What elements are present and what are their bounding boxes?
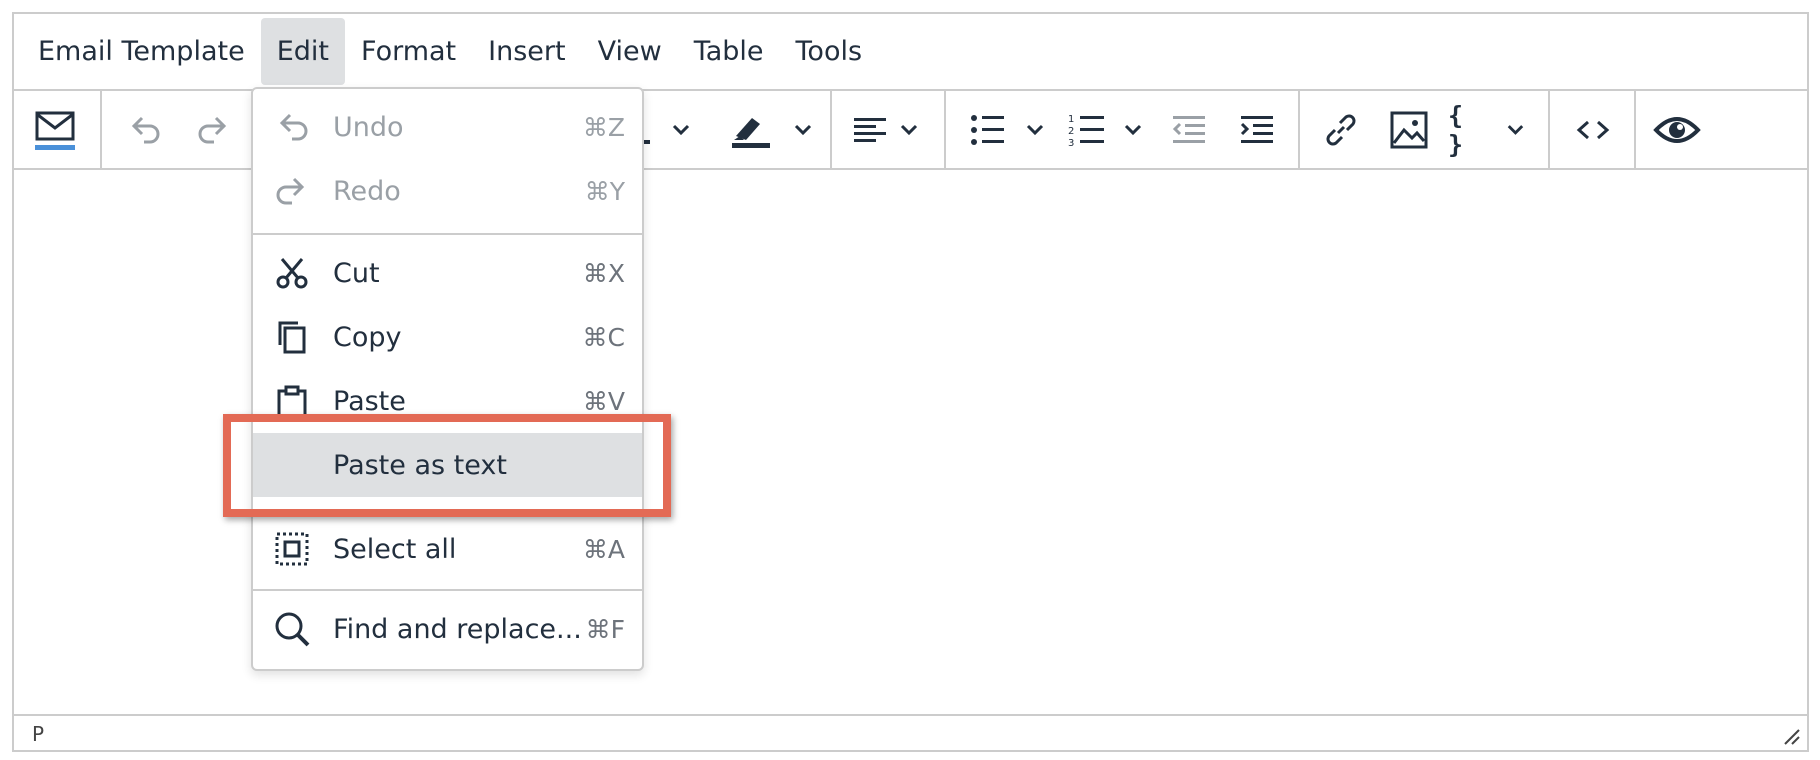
- bullet-list-icon: [971, 114, 1044, 145]
- undo-icon: [273, 108, 311, 146]
- indent-icon: [1240, 115, 1273, 143]
- menu-item-redo[interactable]: Redo ⌘Y: [253, 159, 642, 223]
- numbered-list-icon: 1 2 3: [1068, 114, 1142, 149]
- email-template-icon: [35, 111, 75, 150]
- scissors-icon: [273, 254, 311, 292]
- preview-button[interactable]: [1650, 91, 1704, 168]
- outdent-button[interactable]: [1166, 91, 1212, 168]
- undo-button[interactable]: [122, 91, 166, 168]
- link-icon: [1326, 114, 1356, 145]
- resize-handle-icon[interactable]: [1781, 726, 1801, 746]
- svg-text:1: 1: [1068, 114, 1074, 125]
- image-button[interactable]: [1386, 91, 1432, 168]
- menu-item-copy[interactable]: Copy ⌘C: [253, 305, 642, 369]
- menu-item-cut[interactable]: Cut ⌘X: [253, 241, 642, 305]
- numbered-list-button[interactable]: 1 2 3: [1066, 91, 1152, 168]
- source-code-button[interactable]: [1568, 91, 1618, 168]
- search-icon: [273, 610, 311, 648]
- menu-edit[interactable]: Edit: [260, 18, 345, 85]
- menu-item-undo[interactable]: Undo ⌘Z: [253, 95, 642, 159]
- menu-item-find-replace[interactable]: Find and replace... ⌘F: [253, 597, 642, 661]
- menu-insert[interactable]: Insert: [472, 18, 581, 85]
- highlight-color-icon: [732, 117, 812, 148]
- merge-tags-icon: { }: [1448, 100, 1466, 159]
- redo-icon: [273, 172, 311, 210]
- indent-button[interactable]: [1234, 91, 1280, 168]
- svg-text:2: 2: [1068, 126, 1074, 137]
- menu-format[interactable]: Format: [345, 18, 472, 85]
- outdent-icon: [1172, 115, 1205, 143]
- link-button[interactable]: [1318, 91, 1364, 168]
- svg-text:3: 3: [1068, 138, 1074, 149]
- chevron-down-icon: [1507, 124, 1524, 135]
- menu-table[interactable]: Table: [678, 18, 780, 85]
- redo-button[interactable]: [192, 91, 236, 168]
- edit-menu-dropdown: Undo ⌘Z Redo ⌘Y Cut ⌘X Copy ⌘C Paste ⌘V …: [251, 87, 644, 671]
- align-left-icon: [854, 117, 918, 142]
- menu-email-template[interactable]: Email Template: [22, 18, 261, 85]
- select-all-icon: [273, 530, 311, 568]
- image-icon: [1390, 111, 1428, 148]
- align-button[interactable]: [850, 91, 930, 168]
- eye-icon: [1653, 116, 1701, 143]
- email-template-button[interactable]: [30, 91, 80, 168]
- menu-tools[interactable]: Tools: [780, 18, 879, 85]
- menu-view[interactable]: View: [582, 18, 678, 85]
- redo-icon: [198, 116, 227, 143]
- statusbar: P: [14, 714, 1807, 750]
- menubar: Email Template Edit Format Insert View T…: [14, 14, 1807, 91]
- element-path[interactable]: P: [32, 722, 44, 746]
- undo-icon: [131, 116, 160, 143]
- merge-tags-button[interactable]: { }: [1448, 91, 1528, 168]
- highlight-color-button[interactable]: [730, 91, 820, 168]
- copy-icon: [273, 318, 311, 356]
- annotation-highlight-box: [223, 414, 671, 517]
- menu-item-select-all[interactable]: Select all ⌘A: [253, 517, 642, 581]
- bullet-list-button[interactable]: [966, 91, 1052, 168]
- source-code-icon: [1576, 120, 1610, 139]
